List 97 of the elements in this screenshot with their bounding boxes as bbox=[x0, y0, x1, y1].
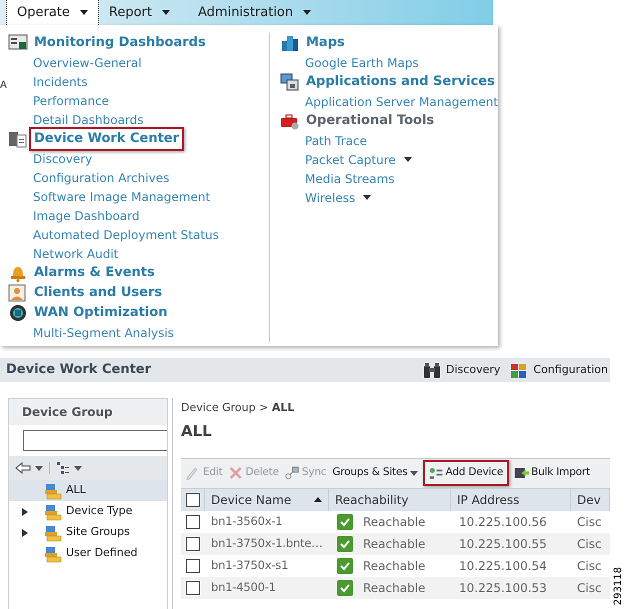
expand-arrow-icon bbox=[22, 508, 28, 516]
breadcrumb: Device Group > ALL bbox=[181, 400, 296, 416]
menu-link[interactable]: Detail Dashboards bbox=[33, 110, 144, 128]
group-icon bbox=[44, 502, 62, 520]
toolbar-button[interactable]: Groups & Sites bbox=[331, 460, 419, 486]
back-dropdown-button[interactable] bbox=[15, 462, 50, 474]
chip-icon bbox=[8, 304, 28, 322]
menu-link[interactable]: Multi-Segment Analysis bbox=[33, 324, 174, 342]
panel-title: Device Group bbox=[22, 404, 113, 421]
expand-arrow-icon bbox=[22, 528, 28, 536]
left-arrow-icon bbox=[15, 462, 31, 474]
bell-icon bbox=[8, 264, 28, 282]
table-cell: Cisc bbox=[577, 536, 602, 550]
monitor-dashboard-icon bbox=[8, 34, 28, 52]
table-cell: Cisc bbox=[577, 558, 602, 572]
menu-link[interactable]: Wireless bbox=[305, 188, 356, 206]
figure-number: 293118 bbox=[613, 566, 624, 605]
table-cell-text: Reachable bbox=[363, 536, 426, 552]
page-heading: ALL bbox=[181, 420, 213, 442]
user-card-icon bbox=[8, 284, 28, 302]
menu-heading-link[interactable]: Operational Tools bbox=[306, 111, 434, 131]
text-fragment: A bbox=[0, 80, 7, 92]
group-icon bbox=[44, 482, 62, 500]
menu-link[interactable]: Incidents bbox=[33, 72, 88, 90]
table-cell: 10.225.100.53 bbox=[459, 580, 547, 594]
toolbar-button[interactable]: Bulk Import bbox=[513, 460, 591, 486]
table-cell: 10.225.100.55 bbox=[459, 536, 547, 550]
menu-link[interactable]: Performance bbox=[33, 92, 110, 110]
add-list-icon bbox=[428, 466, 444, 480]
menu-heading-link[interactable]: Alarms & Events bbox=[34, 263, 155, 283]
menu-link[interactable]: Automated Deployment Status bbox=[33, 226, 219, 244]
caret-icon bbox=[410, 470, 418, 476]
binoculars-icon bbox=[423, 362, 442, 378]
page-title: Device Work Center bbox=[6, 361, 152, 380]
toolbar-button[interactable]: Add Device bbox=[422, 460, 510, 486]
tree-list-icon bbox=[56, 461, 70, 475]
table-cell: 10.225.100.54 bbox=[459, 558, 547, 572]
caret-icon bbox=[363, 195, 372, 200]
tree-view-dropdown-button[interactable] bbox=[56, 461, 82, 475]
menu-heading-link[interactable]: Clients and Users bbox=[34, 283, 162, 303]
import-arrow-icon bbox=[514, 466, 530, 480]
menu-heading-link[interactable]: Device Work Center bbox=[29, 127, 184, 151]
menu-link[interactable]: Network Audit bbox=[33, 244, 118, 262]
caret-icon bbox=[162, 10, 170, 15]
table-cell: bn1-4500-1 bbox=[211, 580, 276, 594]
select-all-checkbox[interactable] bbox=[186, 492, 200, 506]
cross-icon bbox=[228, 466, 244, 480]
menu-link[interactable]: Media Streams bbox=[305, 170, 395, 188]
menu-link[interactable]: Application Server Management bbox=[305, 92, 498, 110]
sort-ascending-icon bbox=[314, 497, 322, 502]
caret-icon bbox=[404, 157, 412, 162]
menu-tab[interactable]: Administration bbox=[188, 0, 322, 25]
group-icon bbox=[44, 524, 62, 542]
server-document-icon bbox=[8, 130, 28, 148]
menu-link[interactable]: Image Dashboard bbox=[33, 206, 140, 224]
menu-link[interactable]: Path Trace bbox=[305, 132, 368, 150]
color-blocks-icon bbox=[510, 362, 528, 378]
row-checkbox[interactable] bbox=[186, 514, 200, 528]
table-cell: 10.225.100.56 bbox=[459, 514, 547, 528]
caret-icon bbox=[80, 10, 88, 15]
table-cell-text: Reachable bbox=[363, 514, 426, 530]
windows-icon bbox=[280, 73, 300, 91]
menu-link[interactable]: Packet Capture bbox=[305, 150, 396, 168]
menu-link[interactable]: Discovery bbox=[33, 150, 92, 168]
menu-link[interactable]: Configuration Archives bbox=[33, 168, 170, 186]
table-cell: bn1-3750x-1.bnte… bbox=[211, 536, 323, 550]
toolbox-icon bbox=[280, 112, 300, 130]
table-cell-text: Reachable bbox=[363, 558, 426, 574]
toolbar-link[interactable]: Discovery bbox=[423, 362, 500, 378]
caret-icon bbox=[35, 466, 43, 470]
menu-heading-link[interactable]: Monitoring Dashboards bbox=[34, 33, 206, 53]
table-cell: Cisc bbox=[577, 514, 602, 528]
tree-item[interactable]: Device Type bbox=[9, 501, 167, 522]
menu-heading-link[interactable]: WAN Optimization bbox=[34, 303, 168, 323]
menu-tab[interactable]: Operate bbox=[7, 0, 98, 25]
menu-link[interactable]: Google Earth Maps bbox=[305, 54, 419, 72]
table-cell: bn1-3560x-1 bbox=[211, 514, 282, 528]
search-field[interactable] bbox=[23, 430, 167, 451]
group-icon bbox=[44, 544, 62, 562]
table-cell: Cisc bbox=[577, 580, 602, 594]
caret-icon bbox=[74, 466, 82, 470]
row-checkbox[interactable] bbox=[186, 580, 200, 594]
menu-link[interactable]: Overview-General bbox=[33, 54, 142, 72]
caret-icon bbox=[303, 10, 312, 15]
menu-heading-link[interactable]: Applications and Services bbox=[306, 72, 495, 92]
table-cell-text: Reachable bbox=[363, 580, 426, 596]
table-cell: bn1-3750x-s1 bbox=[211, 558, 288, 572]
tree-item[interactable]: User Defined bbox=[9, 543, 167, 564]
menu-link[interactable]: Software Image Management bbox=[33, 188, 210, 206]
buildings-icon bbox=[280, 34, 300, 52]
row-checkbox[interactable] bbox=[186, 536, 200, 550]
row-checkbox[interactable] bbox=[186, 558, 200, 572]
toolbar-link[interactable]: Configuration bbox=[510, 362, 608, 378]
menu-heading-link[interactable]: Maps bbox=[306, 33, 345, 53]
network-arrows-icon bbox=[284, 466, 300, 480]
tree-item[interactable]: ALL bbox=[9, 480, 167, 501]
tree-item[interactable]: Site Groups bbox=[9, 522, 167, 543]
